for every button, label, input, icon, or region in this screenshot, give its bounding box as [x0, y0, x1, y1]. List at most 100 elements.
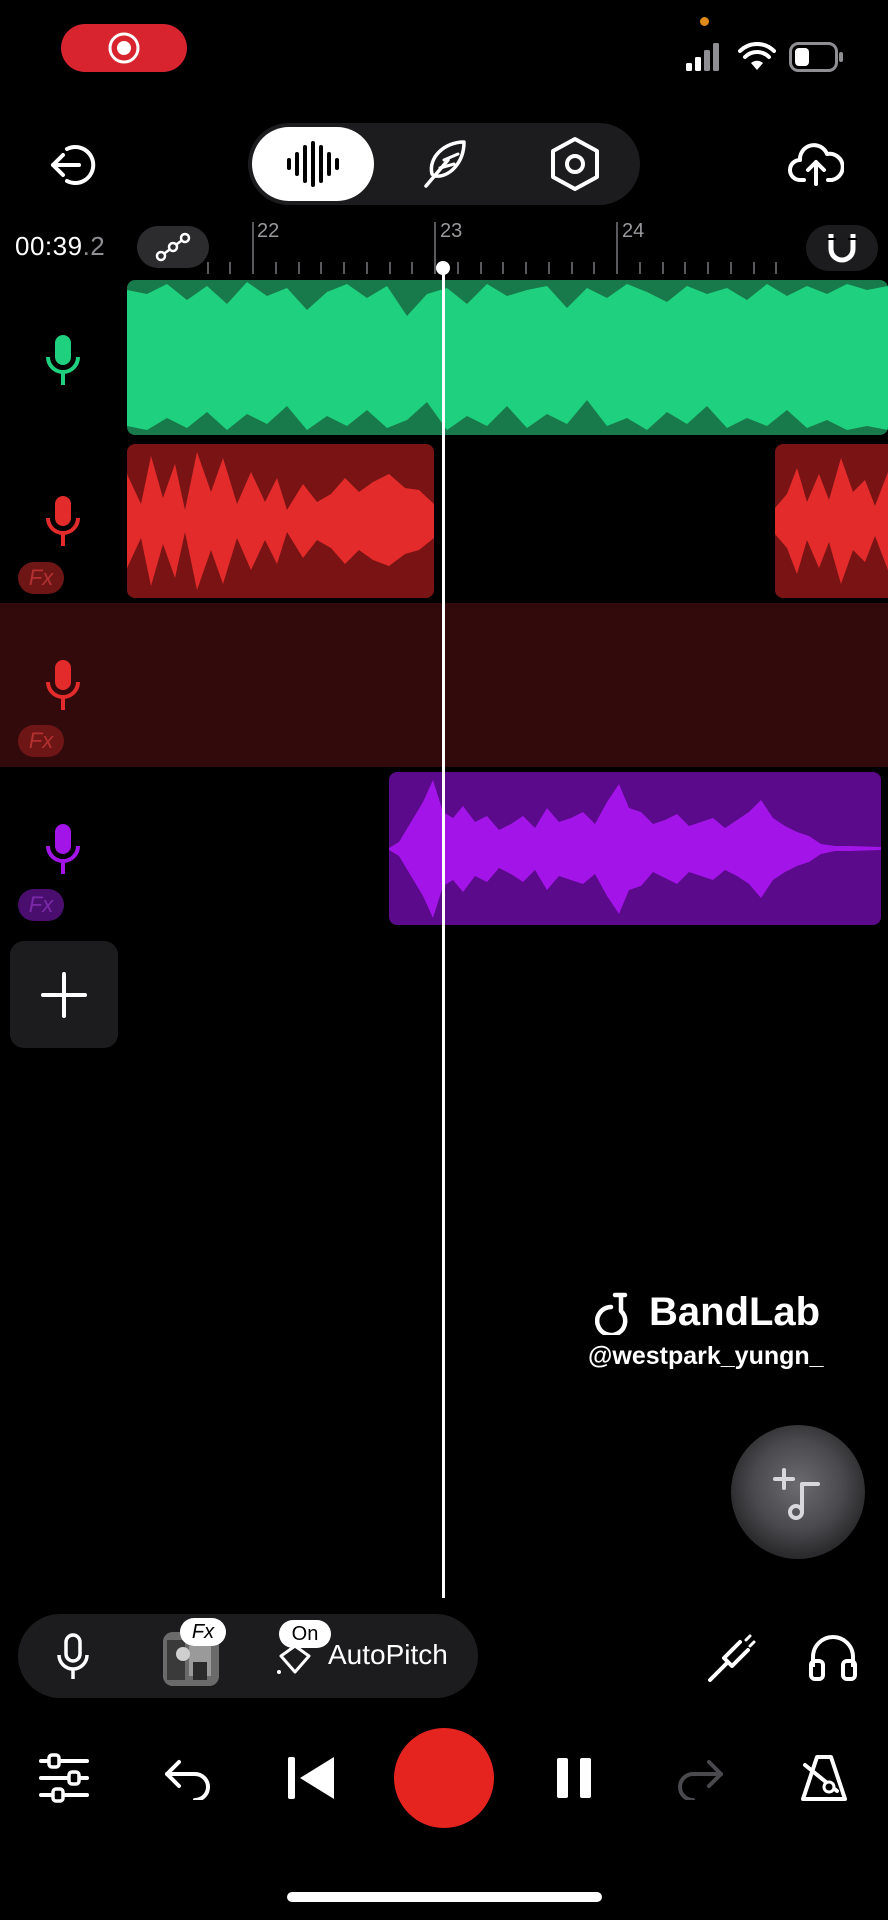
upload-button[interactable]: [786, 136, 846, 192]
ruler-minor-tick: [388, 262, 391, 274]
mode-tab-waveform-hit[interactable]: [252, 127, 374, 201]
ruler-minor-tick: [320, 262, 323, 274]
ruler-label-23: 23: [440, 220, 463, 242]
add-track-button[interactable]: [10, 941, 118, 1048]
track-4-clip[interactable]: [389, 772, 881, 925]
playhead-handle[interactable]: [436, 261, 450, 275]
snap-button[interactable]: [806, 225, 878, 271]
user-handle: @westpark_yungn_: [588, 1342, 824, 1370]
ruler-minor-tick: [525, 262, 527, 274]
ruler-minor-tick: [206, 262, 209, 274]
add-music-icon: [773, 1468, 820, 1520]
ruler-minor-tick: [479, 262, 482, 274]
autopitch-on-tag: On: [279, 1620, 331, 1648]
screen-record-indicator[interactable]: [61, 24, 187, 72]
headphones-icon: [809, 1635, 857, 1681]
track-1-clip[interactable]: [127, 280, 888, 435]
add-loop-button[interactable]: [731, 1425, 865, 1559]
track-2-waveform-b: [775, 458, 888, 584]
undo-button[interactable]: [160, 1752, 216, 1804]
ruler-minor-tick: [570, 262, 573, 274]
battery-icon: [789, 42, 843, 72]
mic-icon: [46, 660, 80, 710]
mode-tab-lyrics[interactable]: [400, 127, 486, 201]
ruler-major-tick: [616, 222, 618, 274]
track-3-fx-badge[interactable]: Fx: [18, 725, 64, 757]
ruler-major-tick: [252, 222, 254, 274]
ruler-minor-tick: [456, 262, 459, 274]
mixer-icon: [39, 1753, 89, 1803]
track-2-fx-badge[interactable]: Fx: [18, 562, 64, 594]
camera-in-use-dot: [700, 17, 709, 26]
tuner-button[interactable]: [704, 1630, 760, 1686]
mic-icon: [46, 824, 80, 874]
wifi-icon: [738, 42, 776, 70]
playhead-line[interactable]: [442, 264, 445, 1598]
ruler-minor-tick: [547, 262, 550, 274]
tuning-fork-icon: [708, 1634, 756, 1682]
time-main: 00:39: [15, 231, 83, 261]
waveform-icon: [287, 141, 339, 187]
skip-back-icon: [288, 1757, 334, 1799]
ruler-minor-tick: [729, 262, 732, 274]
undo-icon: [165, 1760, 210, 1800]
track-2-clip-a[interactable]: [127, 444, 434, 598]
track-2-clip-b[interactable]: [775, 444, 888, 598]
input-mic-button[interactable]: [50, 1632, 96, 1682]
record-button[interactable]: [394, 1728, 494, 1828]
ruler-minor-tick: [752, 262, 755, 274]
home-indicator[interactable]: [287, 1892, 602, 1902]
pause-button[interactable]: [548, 1752, 600, 1804]
ruler-minor-tick: [229, 262, 232, 274]
bandlab-watermark: BandLab: [595, 1290, 820, 1335]
ruler-minor-tick: [775, 262, 778, 274]
mode-tab-settings[interactable]: [530, 127, 620, 201]
feather-icon: [424, 140, 466, 188]
mic-icon: [46, 335, 80, 385]
signal-icon: [686, 43, 719, 71]
ruler-label-24: 24: [622, 220, 645, 242]
monitoring-button[interactable]: [804, 1628, 862, 1686]
redo-icon: [678, 1760, 723, 1800]
mixer-button[interactable]: [36, 1750, 92, 1806]
ruler-minor-tick: [343, 262, 345, 274]
ruler-minor-tick: [297, 262, 300, 274]
ruler-minor-tick: [661, 262, 664, 274]
autopitch-label[interactable]: AutoPitch: [328, 1639, 448, 1671]
track-3-header[interactable]: [0, 658, 126, 712]
pause-icon: [557, 1758, 591, 1798]
ruler-minor-tick: [411, 262, 414, 274]
bandlab-logo-icon: [595, 1292, 628, 1335]
automation-icon: [155, 232, 191, 262]
ruler-minor-tick: [593, 262, 596, 274]
ruler-minor-tick: [365, 262, 368, 274]
track-2-waveform-a: [127, 452, 434, 590]
mic-outline-icon: [57, 1633, 89, 1679]
ruler-label-22: 22: [257, 220, 280, 242]
exit-button[interactable]: [44, 138, 104, 192]
track-4-header[interactable]: [0, 822, 126, 876]
redo-button[interactable]: [672, 1752, 728, 1804]
plus-icon: [41, 971, 87, 1018]
track-4-fx-badge[interactable]: Fx: [18, 889, 64, 921]
playhead-time: 00:39.2: [15, 231, 105, 262]
skip-back-button[interactable]: [284, 1752, 340, 1804]
ruler-minor-tick: [502, 262, 505, 274]
track-2-header[interactable]: [0, 494, 126, 548]
exit-icon: [51, 145, 96, 185]
automation-button[interactable]: [137, 226, 209, 268]
track-1-waveform: [127, 282, 888, 430]
fx-tag: Fx: [180, 1618, 226, 1646]
brand-name: BandLab: [649, 1290, 821, 1334]
ruler-minor-tick: [707, 262, 709, 274]
track-4-waveform: [389, 780, 881, 918]
magnet-icon: [827, 234, 857, 263]
mic-icon: [46, 496, 80, 546]
ruler-minor-tick: [684, 262, 687, 274]
track-1-header[interactable]: [0, 333, 126, 387]
metronome-icon: [801, 1755, 847, 1801]
ruler-minor-tick: [274, 262, 277, 274]
settings-hex-icon: [551, 137, 599, 191]
metronome-button[interactable]: [796, 1750, 852, 1806]
screen-record-icon: [108, 32, 140, 64]
